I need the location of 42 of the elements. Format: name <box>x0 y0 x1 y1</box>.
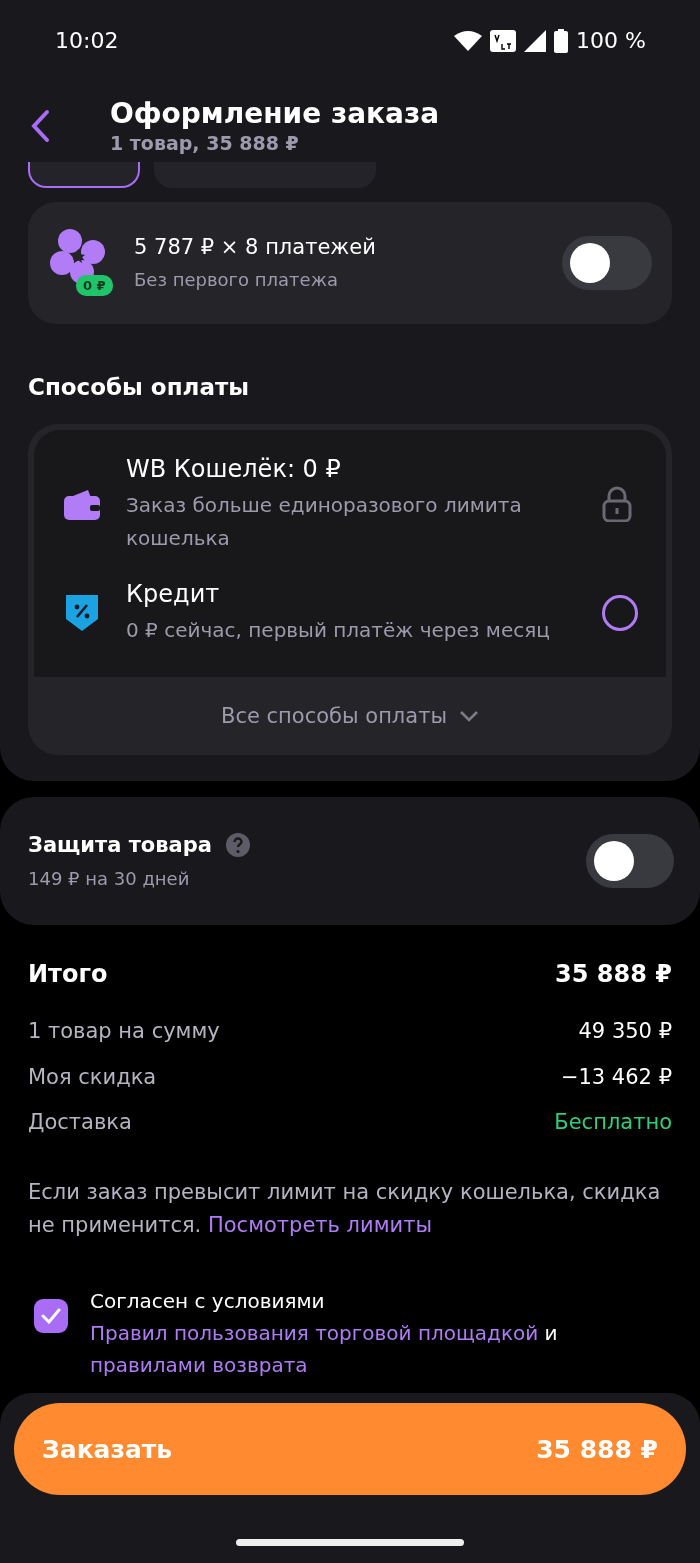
protection-title: Защита товара <box>28 831 212 859</box>
shield-percent-icon <box>64 594 100 631</box>
terms-link[interactable]: правилами возврата <box>90 1353 308 1378</box>
summary-label: 1 товар на сумму <box>28 1018 220 1046</box>
protection-toggle[interactable] <box>586 834 674 889</box>
status-time: 10:02 <box>55 26 119 55</box>
wifi-icon <box>454 31 483 51</box>
method-title: WB Кошелёк: 0 ₽ <box>126 453 342 485</box>
wallet-icon <box>64 488 100 521</box>
terms-link[interactable]: Правил пользования торговой площадкой <box>90 1321 539 1346</box>
zero-badge: 0 ₽ <box>76 274 113 296</box>
protection-subtitle: 149 ₽ на 30 дней <box>28 867 191 891</box>
summary-value: Бесплатно <box>554 1108 672 1136</box>
help-icon[interactable] <box>225 833 250 858</box>
page-title: Оформление заказа <box>110 96 440 131</box>
method-radio[interactable] <box>602 594 638 631</box>
agree-checkbox[interactable] <box>34 1299 68 1334</box>
check-icon <box>41 1308 61 1325</box>
method-subtitle: 0 ₽ сейчас, первый платёж через месяц <box>126 617 551 645</box>
total-label: Итого <box>28 959 108 991</box>
page-subtitle: 1 товар, 35 888 ₽ <box>110 131 300 156</box>
summary-value: 49 350 ₽ <box>578 1018 672 1046</box>
all-methods-button[interactable]: Все способы оплаты <box>34 677 666 756</box>
installment-title: 5 787 ₽ × 8 платежей <box>134 234 377 262</box>
summary-value: −13 462 ₽ <box>560 1063 672 1091</box>
volte-icon <box>490 30 517 52</box>
installment-subtitle: Без первого платежа <box>134 267 339 292</box>
agreement-text: Согласен с условиями Правил пользования торговой площадкой и правилами возврата <box>90 1288 559 1380</box>
limits-link[interactable]: Посмотреть лимиты <box>207 1212 432 1237</box>
timing-tab[interactable] <box>28 161 140 188</box>
summary-label: Доставка <box>28 1108 132 1136</box>
back-button[interactable] <box>30 108 50 143</box>
battery-icon <box>554 29 569 53</box>
total-value: 35 888 ₽ <box>555 959 672 991</box>
method-title: Кредит <box>126 578 221 610</box>
chevron-down-icon <box>459 710 479 723</box>
section-heading: Способы оплаты <box>28 373 251 400</box>
method-subtitle: Заказ больше единоразового лимита кошелька <box>126 491 523 552</box>
signal-icon <box>524 30 547 52</box>
battery-percent: 100 % <box>576 26 646 55</box>
limit-note: Если заказ превысит лимит на скидку кошелька, скидка не применится. Посмотреть лимиты <box>28 1179 662 1239</box>
summary-label: Моя скидка <box>28 1063 157 1091</box>
